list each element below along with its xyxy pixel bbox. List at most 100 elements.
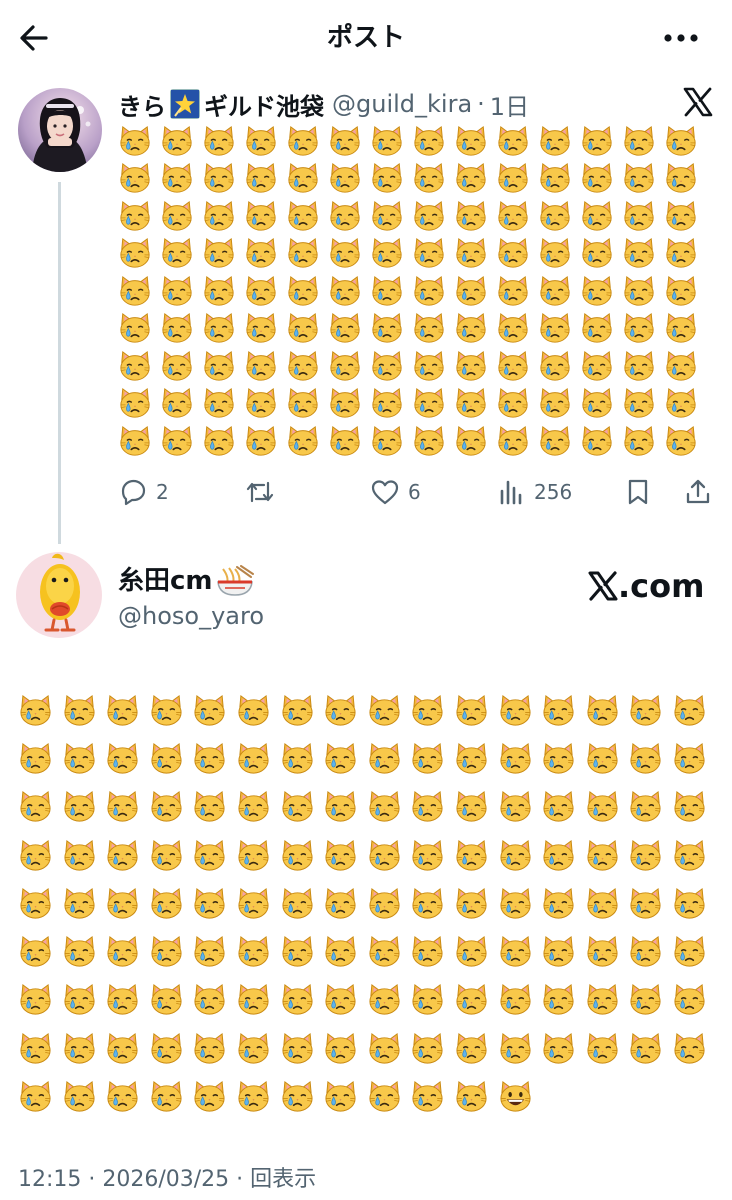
- crying-cat-emoji: [328, 235, 370, 273]
- crying-cat-emoji: [454, 927, 498, 975]
- crying-cat-emoji: [538, 385, 580, 423]
- crying-cat-emoji: [580, 310, 622, 348]
- crying-cat-emoji: [236, 686, 280, 734]
- crying-cat-emoji: [118, 122, 160, 160]
- more-button[interactable]: [658, 18, 704, 58]
- crying-cat-emoji: [664, 235, 706, 273]
- crying-cat-emoji: [367, 879, 411, 927]
- crying-cat-emoji: [367, 831, 411, 879]
- crying-cat-emoji: [370, 122, 412, 160]
- crying-cat-emoji: [410, 879, 454, 927]
- views-button[interactable]: 256: [498, 474, 572, 510]
- crying-cat-emoji: [412, 385, 454, 423]
- crying-cat-emoji: [454, 235, 496, 273]
- crying-cat-emoji: [286, 272, 328, 310]
- crying-cat-emoji: [280, 686, 324, 734]
- crying-cat-emoji: [118, 422, 160, 460]
- x-logo-icon: [588, 571, 618, 601]
- crying-cat-emoji: [498, 879, 542, 927]
- crying-cat-emoji: [672, 927, 716, 975]
- crying-cat-emoji: [192, 783, 236, 831]
- crying-cat-emoji: [286, 347, 328, 385]
- crying-cat-emoji: [498, 1024, 542, 1072]
- crying-cat-emoji: [496, 235, 538, 273]
- crying-cat-emoji: [541, 879, 585, 927]
- like-button[interactable]: 6: [370, 474, 421, 510]
- x-com-link[interactable]: .com: [588, 566, 704, 606]
- crying-cat-emoji: [18, 734, 62, 782]
- crying-cat-emoji: [202, 197, 244, 235]
- crying-cat-emoji: [62, 783, 106, 831]
- crying-cat-emoji: [622, 272, 664, 310]
- crying-cat-emoji: [244, 197, 286, 235]
- tweet-text: [118, 122, 706, 460]
- crying-cat-emoji: [585, 831, 629, 879]
- crying-cat-emoji: [62, 927, 106, 975]
- bookmark-button[interactable]: [624, 474, 652, 510]
- crying-cat-emoji: [672, 783, 716, 831]
- thread-line: [58, 182, 61, 544]
- retweet-button[interactable]: [244, 474, 284, 510]
- crying-cat-emoji: [538, 197, 580, 235]
- crying-cat-emoji: [149, 927, 193, 975]
- crying-cat-emoji: [498, 686, 542, 734]
- crying-cat-emoji: [280, 831, 324, 879]
- crying-cat-emoji: [370, 272, 412, 310]
- avatar[interactable]: [16, 552, 102, 638]
- avatar[interactable]: [18, 88, 102, 172]
- crying-cat-emoji: [498, 976, 542, 1024]
- display-name[interactable]: 糸田cm: [118, 564, 255, 598]
- user-handle[interactable]: @hoso_yaro: [118, 600, 264, 632]
- crying-cat-emoji: [244, 235, 286, 273]
- crying-cat-emoji: [236, 1024, 280, 1072]
- views-icon: [500, 480, 522, 505]
- crying-cat-emoji: [328, 422, 370, 460]
- crying-cat-emoji: [496, 385, 538, 423]
- crying-cat-emoji: [160, 385, 202, 423]
- crying-cat-emoji: [280, 1024, 324, 1072]
- crying-cat-emoji: [412, 272, 454, 310]
- crying-cat-emoji: [454, 783, 498, 831]
- crying-cat-emoji: [202, 422, 244, 460]
- crying-cat-emoji: [628, 976, 672, 1024]
- user-handle[interactable]: @guild_kira: [332, 90, 472, 118]
- crying-cat-emoji: [410, 783, 454, 831]
- x-logo-icon[interactable]: [682, 86, 714, 118]
- crying-cat-emoji: [585, 783, 629, 831]
- reply-button[interactable]: 2: [118, 474, 169, 510]
- crying-cat-emoji: [664, 347, 706, 385]
- crying-cat-emoji: [160, 272, 202, 310]
- crying-cat-emoji: [62, 734, 106, 782]
- crying-cat-emoji: [236, 879, 280, 927]
- crying-cat-emoji: [538, 422, 580, 460]
- crying-cat-emoji: [585, 734, 629, 782]
- crying-cat-emoji: [202, 160, 244, 198]
- crying-cat-emoji: [496, 272, 538, 310]
- crying-cat-emoji: [496, 310, 538, 348]
- timestamp[interactable]: 1日: [490, 87, 529, 122]
- like-icon: [371, 480, 399, 505]
- crying-cat-emoji: [328, 122, 370, 160]
- share-button[interactable]: [684, 474, 712, 510]
- crying-cat-emoji: [244, 385, 286, 423]
- crying-cat-emoji: [236, 831, 280, 879]
- crying-cat-emoji: [280, 976, 324, 1024]
- crying-cat-emoji: [410, 831, 454, 879]
- crying-cat-emoji: [244, 272, 286, 310]
- star-icon: [170, 89, 200, 119]
- crying-cat-emoji: [328, 385, 370, 423]
- crying-cat-emoji: [672, 831, 716, 879]
- bookmark-icon: [628, 479, 648, 505]
- crying-cat-emoji: [541, 976, 585, 1024]
- crying-cat-emoji: [62, 879, 106, 927]
- crying-cat-emoji: [454, 310, 496, 348]
- crying-cat-emoji: [367, 927, 411, 975]
- display-name-suffix[interactable]: ギルド池袋: [204, 87, 324, 122]
- crying-cat-emoji: [496, 422, 538, 460]
- crying-cat-emoji: [160, 310, 202, 348]
- crying-cat-emoji: [105, 831, 149, 879]
- crying-cat-emoji: [192, 686, 236, 734]
- crying-cat-emoji: [280, 734, 324, 782]
- display-name[interactable]: きら: [118, 87, 166, 122]
- crying-cat-emoji: [105, 686, 149, 734]
